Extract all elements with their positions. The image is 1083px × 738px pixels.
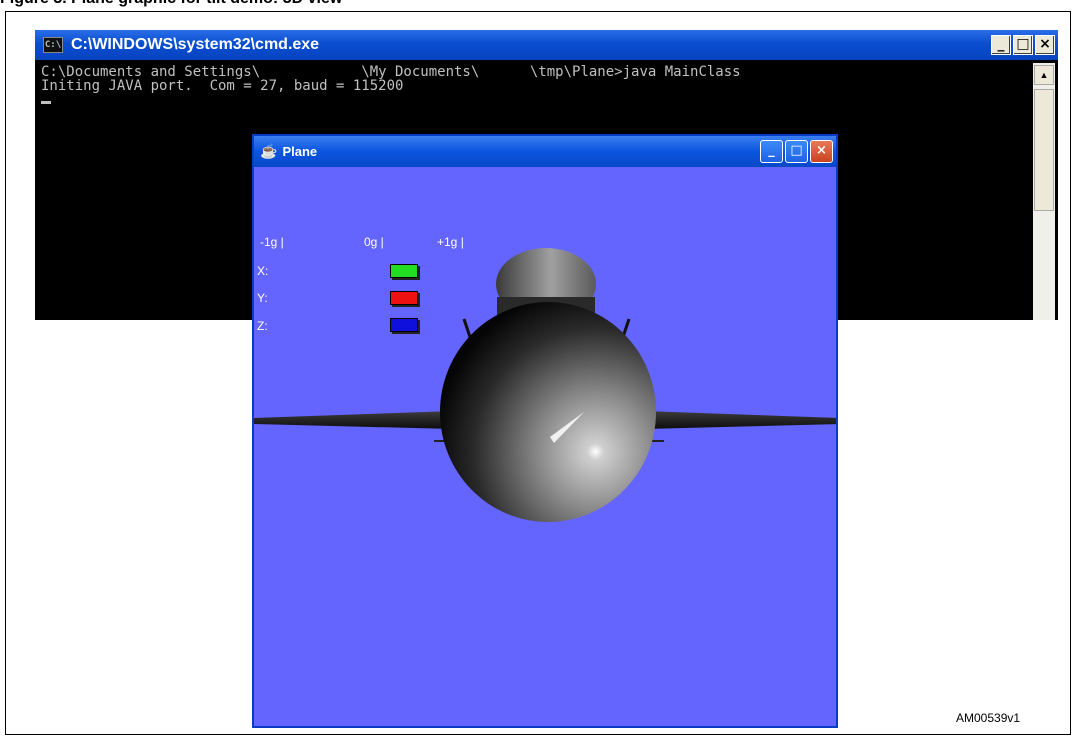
minimize-button[interactable]: _ <box>991 35 1011 55</box>
vertical-scrollbar[interactable]: ▲ <box>1033 63 1055 320</box>
plane-3d-view <box>254 248 836 522</box>
maximize-button[interactable]: □ <box>1013 35 1033 55</box>
left-wing <box>254 411 454 429</box>
cmd-title: C:\WINDOWS\system32\cmd.exe <box>71 36 320 53</box>
scroll-thumb[interactable] <box>1034 89 1054 211</box>
right-wing <box>644 411 836 429</box>
text-cursor <box>41 101 51 104</box>
plane-titlebar[interactable]: ☕ Plane _ □ × <box>254 136 836 167</box>
antenna-left <box>462 318 472 338</box>
plane-title: Plane <box>282 144 318 159</box>
fuselage <box>440 302 656 522</box>
minimize-button[interactable]: _ <box>760 140 783 163</box>
close-button[interactable]: × <box>1035 35 1055 55</box>
plane-window: ☕ Plane _ □ × -1g | 0g | +1g | X: Y: Z: <box>252 134 838 728</box>
figure-caption: Figure 3. Plane graphic for tilt demo: 3… <box>0 0 342 10</box>
console-line: Initing JAVA port. Com = 27, baud = 1152… <box>41 78 404 94</box>
scroll-up-arrow-icon[interactable]: ▲ <box>1034 65 1054 85</box>
maximize-button[interactable]: □ <box>785 140 808 163</box>
cmd-titlebar[interactable]: C:\ C:\WINDOWS\system32\cmd.exe _ □ × <box>35 30 1058 60</box>
cmd-icon: C:\ <box>43 37 63 53</box>
close-button[interactable]: × <box>810 140 833 163</box>
figure-id: AM00539v1 <box>956 711 1021 725</box>
console-line: C:\Documents and Settings\ \My Documents… <box>41 64 741 80</box>
java-cup-icon: ☕ <box>260 143 278 159</box>
